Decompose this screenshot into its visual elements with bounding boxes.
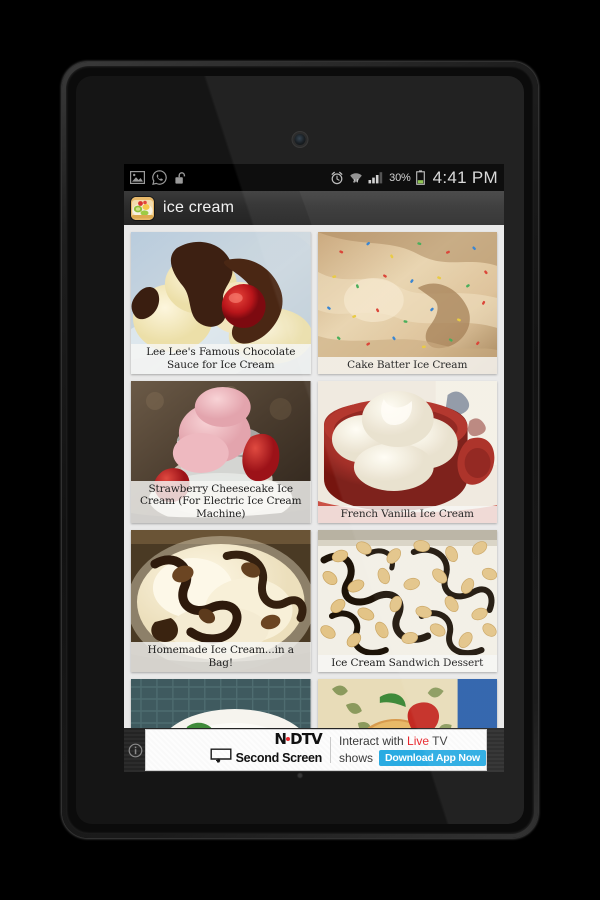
recipe-card[interactable]: Lee Lee's Famous Chocolate Sauce for Ice…	[131, 232, 311, 374]
whatsapp-icon	[152, 170, 167, 185]
ad-divider	[330, 737, 331, 763]
unlock-icon	[174, 171, 188, 185]
recipe-title: Cake Batter Ice Cream	[317, 356, 497, 374]
ad-headline-line2: shows	[339, 750, 374, 765]
recipe-photo	[317, 381, 497, 523]
download-app-button[interactable]: Download App Now	[379, 749, 486, 766]
page-title: ice cream	[163, 199, 235, 216]
alarm-clock-icon	[330, 171, 344, 185]
battery-icon	[415, 170, 425, 185]
recipe-card[interactable]: Cake Batter Ice Cream	[317, 232, 497, 374]
ad-headline-part1: Interact with	[339, 733, 408, 748]
ad-info-icon[interactable]	[124, 743, 146, 758]
tablet-device: 30% 4:41 PM ice cream Lee Lee's Famous C…	[62, 62, 538, 838]
notification-led	[297, 773, 303, 778]
fruit-tart-app-icon[interactable]	[131, 196, 154, 220]
ndtv-n: N	[274, 730, 287, 748]
ad-creative[interactable]: N DTV Second Screen Interact with Live T…	[146, 730, 486, 770]
ad-cta-row: shows Download App Now	[339, 749, 486, 766]
front-camera-icon	[294, 134, 306, 145]
battery-percent-label: 30%	[389, 171, 411, 184]
ad-headline-live: Live	[407, 733, 430, 748]
ndtv-logo: N DTV Second Screen	[146, 732, 323, 768]
recipe-title: Lee Lee's Famous Chocolate Sauce for Ice…	[131, 344, 311, 374]
screenshot-stage: 30% 4:41 PM ice cream Lee Lee's Famous C…	[0, 0, 600, 900]
recipe-card[interactable]: French Vanilla Ice Cream	[317, 381, 497, 523]
cellular-signal-icon	[368, 171, 384, 184]
recipe-card[interactable]: Strawberry Cheesecake Ice Cream (For Ele…	[131, 381, 311, 523]
ad-copy: Interact with Live TV shows Download App…	[339, 733, 486, 766]
status-bar-notifications	[130, 170, 188, 185]
recipe-grid-scroll[interactable]: Lee Lee's Famous Chocolate Sauce for Ice…	[124, 225, 504, 772]
recipe-title: Homemade Ice Cream...in a Bag!	[131, 642, 311, 672]
status-bar: 30% 4:41 PM	[124, 164, 504, 191]
status-bar-system: 30% 4:41 PM	[330, 168, 498, 188]
ndtv-dtv: DTV	[290, 730, 323, 748]
recipe-card[interactable]: Homemade Ice Cream...in a Bag!	[131, 530, 311, 672]
device-screen: 30% 4:41 PM ice cream Lee Lee's Famous C…	[124, 164, 504, 772]
recipe-title: Strawberry Cheesecake Ice Cream (For Ele…	[131, 480, 311, 523]
ad-brand-sub: Second Screen	[235, 750, 323, 765]
recipe-title: Ice Cream Sandwich Dessert	[317, 654, 497, 672]
ad-headline-part2: TV	[429, 733, 448, 748]
app-action-bar: ice cream	[124, 191, 504, 226]
device-bezel: 30% 4:41 PM ice cream Lee Lee's Famous C…	[66, 66, 534, 834]
recipe-title: French Vanilla Ice Cream	[317, 505, 497, 523]
recipe-grid: Lee Lee's Famous Chocolate Sauce for Ice…	[124, 225, 504, 772]
tv-plus-icon	[210, 748, 232, 768]
recipe-card[interactable]: Ice Cream Sandwich Dessert	[317, 530, 497, 672]
recipe-photo	[317, 530, 497, 672]
wifi-icon	[349, 171, 363, 184]
gallery-image-icon	[130, 171, 145, 184]
ndtv-wordmark: N DTV	[274, 732, 322, 747]
device-glass: 30% 4:41 PM ice cream Lee Lee's Famous C…	[76, 76, 524, 824]
ad-banner[interactable]: N DTV Second Screen Interact with Live T…	[124, 728, 504, 772]
ndtv-second-screen-row: Second Screen	[210, 748, 322, 768]
ad-headline: Interact with Live TV	[339, 733, 486, 748]
status-bar-clock: 4:41 PM	[432, 167, 498, 187]
recipe-photo	[317, 232, 497, 374]
